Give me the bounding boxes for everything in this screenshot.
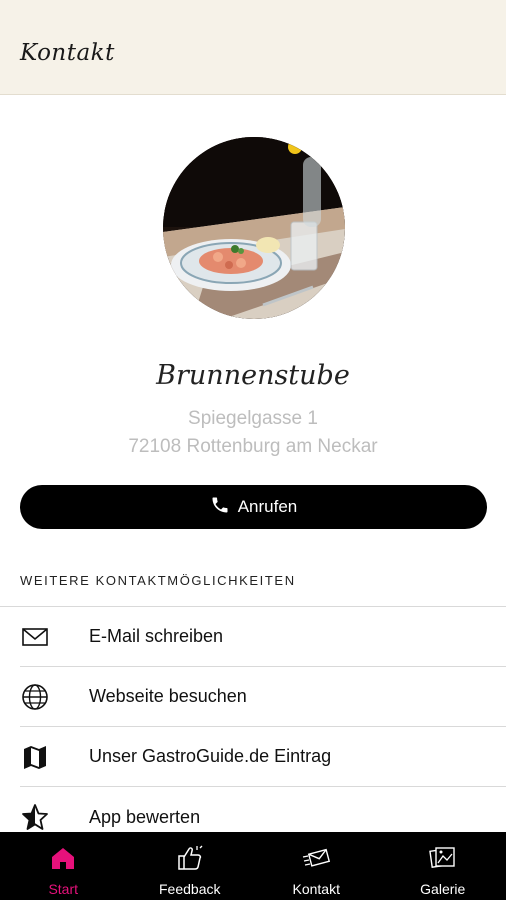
nav-label: Kontakt	[292, 881, 340, 897]
restaurant-photo	[163, 137, 345, 319]
contact-item-label: App bewerten	[89, 806, 201, 827]
address-street: Spiegelgasse 1	[188, 408, 318, 429]
contact-item-email[interactable]: E-Mail schreiben	[20, 607, 506, 667]
address-city: 72108 Rottenburg am Neckar	[128, 436, 378, 457]
nav-label: Feedback	[159, 881, 221, 897]
bottom-navigation: Start Feedback Kontakt Galerie	[0, 832, 506, 900]
globe-icon	[20, 682, 50, 712]
phone-icon	[210, 495, 230, 520]
thumbs-up-icon	[175, 841, 205, 875]
page-title: Kontakt	[20, 40, 115, 66]
nav-item-start[interactable]: Start	[0, 832, 127, 900]
contact-item-label: Unser GastroGuide.de Eintrag	[89, 746, 332, 766]
map-icon	[20, 742, 50, 772]
section-heading: WEITERE KONTAKTMÖGLICHKEITEN	[20, 573, 296, 588]
nav-item-feedback[interactable]: Feedback	[127, 832, 254, 900]
contact-item-label: Webseite besuchen	[89, 686, 247, 706]
contact-item-label: E-Mail schreiben	[89, 626, 224, 646]
home-icon	[48, 841, 78, 875]
star-icon	[20, 802, 50, 832]
call-button-label: Anrufen	[237, 497, 298, 516]
contact-item-gastroguide[interactable]: Unser GastroGuide.de Eintrag	[20, 727, 506, 787]
restaurant-name: Brunnenstube	[156, 360, 350, 391]
app-header: Kontakt	[0, 0, 506, 95]
nav-item-kontakt[interactable]: Kontakt	[253, 832, 380, 900]
call-button[interactable]: Anrufen	[20, 485, 487, 529]
nav-label: Galerie	[420, 881, 466, 897]
gallery-icon	[428, 841, 458, 875]
nav-label: Start	[48, 881, 79, 897]
contact-icon	[301, 841, 331, 875]
contact-item-website[interactable]: Webseite besuchen	[20, 667, 506, 727]
contact-list: E-Mail schreiben Webseite besuchen Unser…	[0, 606, 506, 847]
envelope-icon	[20, 622, 50, 652]
nav-item-galerie[interactable]: Galerie	[380, 832, 506, 900]
